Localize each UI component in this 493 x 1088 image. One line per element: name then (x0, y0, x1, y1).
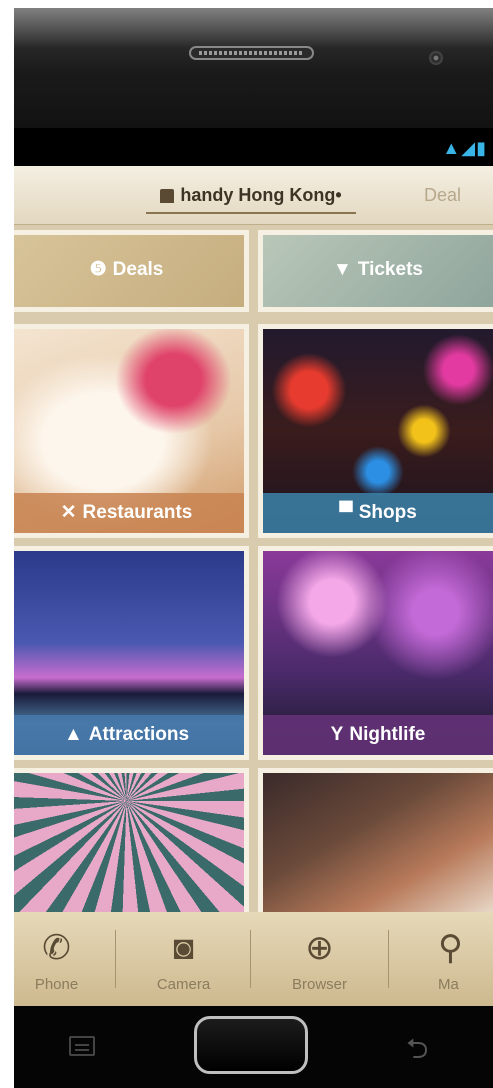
dock-browser-label: Browser (291, 976, 347, 993)
front-camera-icon (429, 51, 443, 65)
tile-nightlife[interactable]: Y Nightlife (258, 546, 493, 760)
dock-divider (388, 930, 389, 988)
dock-maps-label: Ma (438, 976, 459, 993)
hardware-nav-bar: ⮌ (14, 1006, 493, 1088)
dock-phone[interactable]: ✆ Phone (14, 912, 109, 1006)
tile-shops[interactable]: ▀ Shops (258, 324, 493, 538)
dock-divider (115, 930, 116, 988)
app-title-tab[interactable]: handy Hong Kong• (146, 180, 356, 214)
app-dock: ✆ Phone ◙ Camera ⊕ Browser ⚲ Ma (14, 912, 493, 1006)
app-title: handy Hong Kong (180, 185, 336, 205)
tile-restaurants-label: Restaurants (82, 502, 193, 523)
back-key-icon[interactable]: ⮌ (406, 1028, 428, 1076)
mountain-icon: ▲ (63, 724, 83, 745)
tile-tickets-label: Tickets (357, 259, 423, 280)
phone-highlight (14, 8, 493, 48)
menu-key-icon[interactable] (69, 1036, 95, 1056)
globe-icon: ⊕ (305, 929, 334, 967)
dock-camera-label: Camera (156, 976, 211, 993)
tile-attractions-label: Attractions (88, 724, 190, 745)
status-bar: ▲◢▮ (14, 128, 493, 166)
ticket-icon: ▼ (333, 259, 352, 280)
earpiece-speaker (189, 46, 314, 60)
tile-deals[interactable]: ❺ Deals (14, 230, 249, 312)
tile-shops-label: Shops (358, 502, 417, 523)
cocktail-icon: Y (330, 724, 344, 745)
dock-browser[interactable]: ⊕ Browser (262, 912, 377, 1006)
tile-nightlife-label: Nightlife (349, 724, 426, 745)
tile-deals-label: Deals (112, 259, 164, 280)
tile-tickets[interactable]: ▼ Tickets (258, 230, 493, 312)
dock-phone-label: Phone (34, 976, 79, 993)
dock-maps[interactable]: ⚲ Ma (414, 912, 493, 1006)
tile-attractions[interactable]: ▲ Attractions (14, 546, 249, 760)
status-icons: ▲◢▮ (442, 138, 487, 158)
tab-deals[interactable]: Deal (424, 180, 461, 210)
shopping-bag-icon: ▀ (339, 502, 353, 523)
app-logo-icon (160, 189, 175, 203)
dollar-icon: ❺ (89, 259, 107, 280)
tile-more-1[interactable] (14, 768, 249, 918)
tile-restaurants[interactable]: ✕ Restaurants (14, 324, 249, 538)
app-title-suffix: • (335, 185, 342, 205)
home-button[interactable] (194, 1016, 308, 1074)
phone-icon: ✆ (42, 929, 71, 967)
fork-knife-icon: ✕ (60, 502, 77, 523)
dock-divider (250, 930, 251, 988)
app-bar: handy Hong Kong• Deal (14, 166, 493, 225)
camera-icon: ◙ (173, 929, 194, 967)
tile-more-2[interactable] (258, 768, 493, 918)
phone-frame: ▲◢▮ handy Hong Kong• Deal ❺ Deals ▼ Ticket… (14, 8, 493, 1088)
app-screen: handy Hong Kong• Deal ❺ Deals ▼ Tickets ✕ R… (14, 166, 493, 1006)
dock-camera[interactable]: ◙ Camera (126, 912, 241, 1006)
map-pin-icon: ⚲ (438, 929, 463, 967)
